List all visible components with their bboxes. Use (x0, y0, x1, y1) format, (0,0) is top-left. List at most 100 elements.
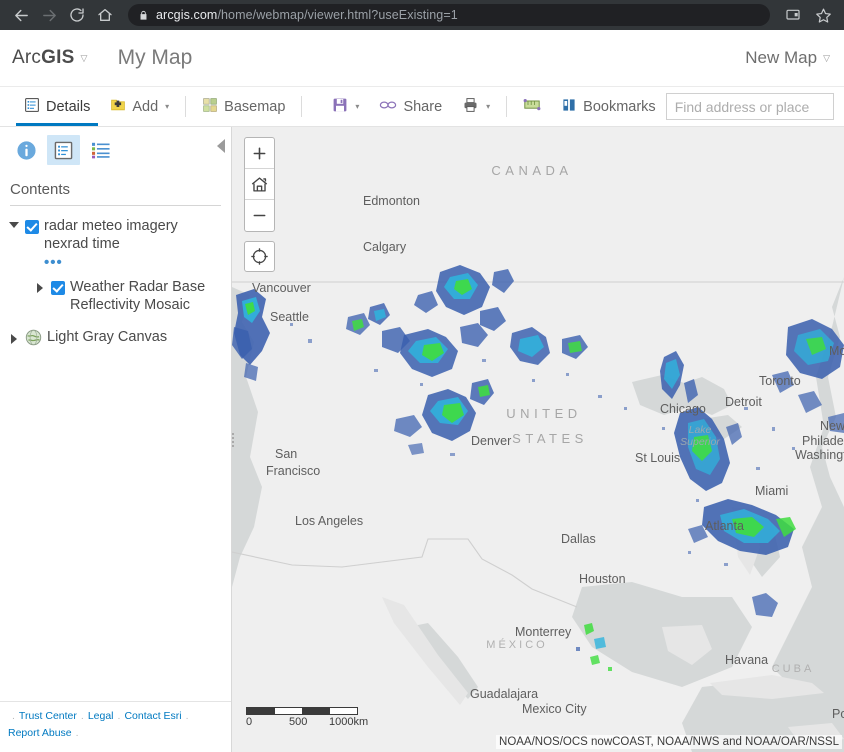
reload-icon[interactable] (64, 2, 90, 28)
map-label: Los Angeles (295, 514, 363, 528)
contents-tab[interactable] (47, 135, 80, 165)
home-icon[interactable] (92, 2, 118, 28)
contents-heading: Contents (10, 181, 71, 198)
panel-tab-strip (0, 127, 231, 171)
toolbar-divider (185, 96, 187, 117)
map-label: Seattle (270, 310, 309, 324)
map-label: UNITED (506, 406, 581, 421)
scale-label-mid: 500 (289, 716, 308, 728)
contents-panel: Contents radar meteo imagery nexrad time… (0, 127, 232, 752)
toolbar-divider-2 (301, 96, 303, 117)
map-label: Chicago (660, 402, 706, 416)
basemap-icon (202, 97, 218, 117)
map-label: Havana (725, 653, 768, 667)
details-icon (24, 97, 40, 117)
map-label: Detroit (725, 395, 762, 409)
url-path: /home/webmap/viewer.html?useExisting=1 (217, 8, 458, 22)
footer-link-legal[interactable]: Legal (88, 710, 114, 722)
map-label: Calgary (363, 240, 407, 254)
bookmarks-label: Bookmarks (583, 98, 656, 115)
map-label: Vancouver (252, 281, 311, 295)
page-title: My Map (117, 46, 193, 69)
basemap-label: Basemap (224, 98, 286, 115)
add-button[interactable]: Add ▾ (100, 87, 179, 126)
measure-button[interactable] (513, 87, 551, 126)
map-attribution: NOAA/NOS/OCS nowCOAST, NOAA/NWS and NOAA… (496, 735, 842, 749)
basemap-chevron-right-icon[interactable] (8, 333, 20, 344)
chevron-down-icon[interactable] (8, 222, 20, 228)
zoom-out-button[interactable] (245, 200, 274, 231)
address-bar[interactable]: arcgis.com/home/webmap/viewer.html?useEx… (128, 4, 770, 26)
back-arrow-icon[interactable] (8, 2, 34, 28)
forward-arrow-icon[interactable] (36, 2, 62, 28)
tab-details[interactable]: Details (14, 87, 100, 126)
footer-sep-0: . (12, 710, 15, 723)
panel-resize-handle[interactable] (231, 127, 234, 752)
map-label: Miami (755, 484, 788, 498)
map-label: Houston (579, 572, 626, 586)
layer-item-weather-radar[interactable]: Weather Radar Base Reflectivity Mosaic (34, 277, 225, 315)
brand-chevron-down-icon[interactable]: ▽ (80, 53, 87, 64)
cast-icon[interactable] (780, 2, 806, 28)
footer-link-trust-center[interactable]: Trust Center (19, 710, 77, 722)
sublayer-visibility-checkbox[interactable] (51, 280, 65, 295)
layer-options-button[interactable]: ••• (44, 255, 225, 270)
workspace: Contents radar meteo imagery nexrad time… (0, 127, 844, 752)
lock-icon (138, 10, 149, 21)
browser-toolbar: arcgis.com/home/webmap/viewer.html?useEx… (0, 0, 844, 30)
collapse-left-arrow-icon[interactable] (217, 139, 225, 153)
new-map-label: New Map (745, 48, 818, 67)
scale-bar-labels: 0 500 1000km (246, 716, 381, 730)
add-chevron-down-icon: ▾ (165, 102, 170, 111)
home-map-button[interactable] (245, 169, 274, 200)
map-label: Mexico City (522, 702, 587, 716)
map-label: Monterrey (515, 625, 572, 639)
printer-icon (462, 97, 479, 117)
globe-icon (25, 329, 42, 346)
map-label: Dallas (561, 532, 596, 546)
footer-link-report-abuse[interactable]: Report Abuse (8, 727, 72, 739)
search-input[interactable] (665, 93, 834, 120)
star-icon[interactable] (810, 2, 836, 28)
arcgis-brand[interactable]: ArcGIS ▽ (12, 47, 88, 69)
locate-button[interactable] (244, 241, 275, 272)
layer-item-basemap[interactable]: Light Gray Canvas (8, 328, 225, 346)
footer-sep-3: . (185, 710, 189, 723)
map-label: Edmonton (363, 194, 420, 208)
about-tab[interactable] (10, 135, 43, 165)
contents-divider (10, 205, 221, 206)
footer-sep-2: . (117, 710, 121, 723)
chevron-right-icon[interactable] (34, 282, 46, 293)
map-label: Lake (689, 424, 712, 436)
map-landmass (232, 127, 844, 277)
legend-tab[interactable] (84, 135, 117, 165)
map-label: Mo (829, 344, 844, 358)
save-button[interactable]: ▾ (308, 87, 369, 126)
save-chevron-down-icon: ▾ (355, 102, 360, 111)
bookmarks-icon (561, 97, 577, 117)
details-label: Details (46, 98, 91, 115)
map-label: MÉXICO (486, 638, 547, 651)
new-map-button[interactable]: New Map ▽ (745, 48, 830, 68)
footer-sep-1: . (80, 710, 84, 723)
link-icon (379, 99, 397, 115)
map-toolbar: Details Add ▾ Basemap ▾ Share ▾ Bookmark… (0, 87, 844, 127)
map-label: CANADA (491, 163, 572, 178)
info-icon (17, 140, 36, 160)
map-label: Philadel (802, 434, 844, 448)
map-label: Washington (795, 448, 844, 462)
scale-bar: 0 500 1000km (246, 707, 381, 730)
layer-item-radar[interactable]: radar meteo imagery nexrad time (8, 216, 225, 254)
basemap-button[interactable]: Basemap (192, 87, 295, 126)
footer-link-contact-esri[interactable]: Contact Esri (124, 710, 181, 722)
bookmarks-button[interactable]: Bookmarks (551, 87, 666, 126)
print-button[interactable]: ▾ (452, 87, 500, 126)
zoom-in-button[interactable] (245, 138, 274, 169)
layer-label: radar meteo imagery nexrad time (44, 218, 178, 253)
map-label: New (820, 419, 844, 433)
add-label: Add (132, 98, 159, 115)
map-canvas[interactable]: CANADA UNITED STATES MÉXICO CUBA Lake Superior… (232, 127, 844, 752)
layer-visibility-checkbox[interactable] (25, 220, 39, 234)
toolbar-divider-3 (506, 96, 508, 117)
share-button[interactable]: Share (369, 87, 452, 126)
